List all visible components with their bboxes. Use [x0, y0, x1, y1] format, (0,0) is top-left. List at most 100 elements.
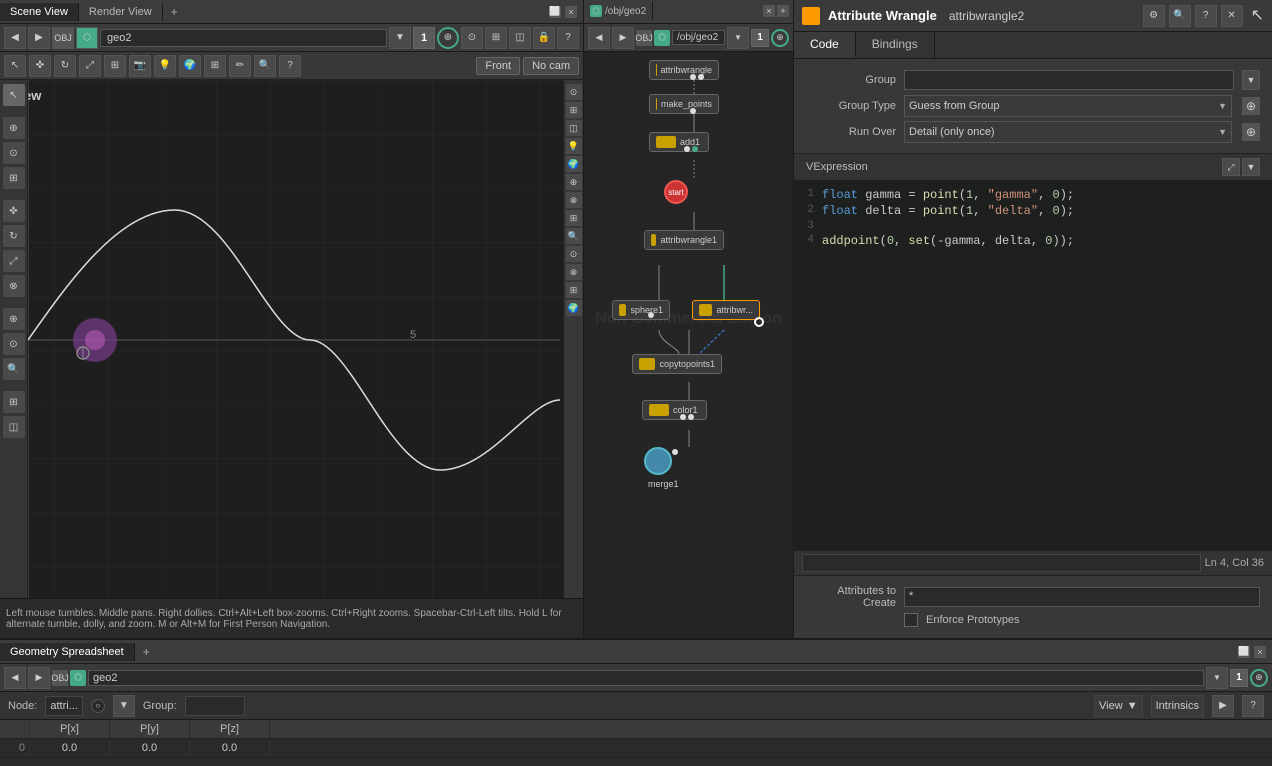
node-color1[interactable]: color1 [642, 400, 707, 420]
rs-btn-5[interactable]: 🌍 [566, 156, 582, 172]
ls-btn-9[interactable]: ⊕ [3, 308, 25, 330]
attr-search-btn[interactable]: 🔍 [1169, 5, 1191, 27]
geo-path-display[interactable]: geo2 [88, 670, 1204, 686]
node-attribwrangle1[interactable]: attribwrangle1 [644, 230, 724, 250]
tab-add-button[interactable]: + [163, 2, 186, 22]
ls-btn-4[interactable]: ⊞ [3, 167, 25, 189]
vt-zoom[interactable]: 🔍 [254, 55, 276, 77]
ls-btn-5[interactable]: ✜ [3, 200, 25, 222]
rs-btn-13[interactable]: 🌍 [566, 300, 582, 316]
tab-bindings[interactable]: Bindings [856, 32, 935, 58]
group-type-icon-btn[interactable]: ⊕ [1242, 97, 1260, 115]
rs-btn-2[interactable]: ⊞ [566, 102, 582, 118]
ls-btn-7[interactable]: ⤢ [3, 250, 25, 272]
node-attribwrangle[interactable]: attribwrangle [649, 60, 719, 80]
rs-btn-8[interactable]: ⊞ [566, 210, 582, 226]
net-path-dropdown[interactable]: ▼ [727, 27, 749, 49]
forward-button[interactable]: ▶ [28, 27, 50, 49]
geo-col-header-py[interactable]: P[y] [110, 720, 190, 738]
run-over-icon-btn[interactable]: ⊕ [1242, 123, 1260, 141]
intrinsics-select[interactable]: Intrinsics [1151, 695, 1204, 717]
net-geo-icon[interactable]: ⬡ [654, 30, 670, 46]
geo-play-btn[interactable]: ▶ [1212, 695, 1234, 717]
maximize-button[interactable]: ⬜ [549, 6, 561, 18]
geo-col-header-px[interactable]: P[x] [30, 720, 110, 738]
vt-move[interactable]: ✜ [29, 55, 51, 77]
group-value-display[interactable] [185, 696, 245, 716]
bottom-maximize-btn[interactable]: ⬜ [1238, 646, 1250, 658]
ls-btn-6[interactable]: ↻ [3, 225, 25, 247]
node-attribwrangle2[interactable]: attribwr... [692, 300, 760, 320]
ls-btn-8[interactable]: ⊗ [3, 275, 25, 297]
attr-pointer-icon[interactable]: ↖ [1251, 5, 1264, 27]
tab-scene-view[interactable]: Scene View [0, 3, 79, 21]
network-tab-close[interactable]: × [763, 5, 775, 17]
tab-geometry-spreadsheet[interactable]: Geometry Spreadsheet [0, 643, 135, 661]
dropdown-btn[interactable]: ▼ [389, 27, 411, 49]
tb-btn-1[interactable]: ⊙ [461, 27, 483, 49]
vexpr-dropdown-btn[interactable]: ▼ [1242, 158, 1260, 176]
enforce-proto-checkbox[interactable] [904, 613, 918, 627]
geo-back-btn[interactable]: ◀ [4, 667, 26, 689]
net-forward-btn[interactable]: ▶ [612, 27, 634, 49]
vt-help[interactable]: ? [279, 55, 301, 77]
tb-btn-3[interactable]: ◫ [509, 27, 531, 49]
attributes-input[interactable]: * [904, 587, 1260, 607]
rs-btn-4[interactable]: 💡 [566, 138, 582, 154]
vt-transform[interactable]: ⊞ [104, 55, 126, 77]
network-tab-add[interactable]: + [777, 5, 789, 17]
rs-btn-12[interactable]: ⊞ [566, 282, 582, 298]
tab-code[interactable]: Code [794, 32, 856, 58]
node-circle-btn2[interactable]: ○ [91, 699, 105, 713]
vt-scale[interactable]: ⤢ [79, 55, 101, 77]
network-tab[interactable]: ⬡ /obj/geo2 [584, 2, 653, 20]
node-merge1-icon[interactable] [644, 447, 672, 475]
net-back-btn[interactable]: ◀ [588, 27, 610, 49]
rs-btn-9[interactable]: 🔍 [566, 228, 582, 244]
back-button[interactable]: ◀ [4, 27, 26, 49]
vt-light[interactable]: 💡 [154, 55, 176, 77]
code-status-input[interactable] [802, 554, 1201, 572]
node-sphere1[interactable]: sphere1 [612, 300, 670, 320]
rs-btn-6[interactable]: ⊕ [566, 174, 582, 190]
vt-rotate[interactable]: ↻ [54, 55, 76, 77]
geo-col-header-pz[interactable]: P[z] [190, 720, 270, 738]
run-over-select[interactable]: Detail (only once) ▼ [904, 121, 1232, 143]
node-value-display[interactable]: attri... [45, 696, 83, 716]
vt-grid[interactable]: ⊞ [204, 55, 226, 77]
obj-icon[interactable]: OBJ [52, 27, 74, 49]
attr-gear-btn[interactable]: ⚙ [1143, 5, 1165, 27]
view-circle-btn[interactable]: ⊕ [437, 27, 459, 49]
ls-btn-3[interactable]: ⊙ [3, 142, 25, 164]
node-network[interactable]: ⬡ /obj/geo2 × + ◀ ▶ OBJ ⬡ /obj/geo2 ▼ 1 [584, 0, 794, 638]
rs-btn-1[interactable]: ⊙ [566, 84, 582, 100]
node-make-points[interactable]: make_points [649, 94, 719, 114]
geo-help-btn[interactable]: ? [1242, 695, 1264, 717]
ls-btn-12[interactable]: ⊞ [3, 391, 25, 413]
group-type-select[interactable]: Guess from Group ▼ [904, 95, 1232, 117]
ls-btn-10[interactable]: ⊙ [3, 333, 25, 355]
vt-cam[interactable]: 📷 [129, 55, 151, 77]
group-input[interactable] [904, 70, 1234, 90]
attr-close-btn[interactable]: ✕ [1221, 5, 1243, 27]
rs-btn-3[interactable]: ◫ [566, 120, 582, 136]
rs-btn-10[interactable]: ⊙ [566, 246, 582, 262]
ls-select-btn[interactable]: ↖ [3, 84, 25, 106]
bottom-tab-add[interactable]: + [135, 642, 158, 662]
vt-world[interactable]: 🌍 [179, 55, 201, 77]
node-add1[interactable]: add1 [649, 132, 709, 152]
tb-btn-2[interactable]: ⊞ [485, 27, 507, 49]
geo-geo2-icon[interactable]: ⬡ [70, 670, 86, 686]
vt-edit[interactable]: ✏ [229, 55, 251, 77]
net-circle-btn[interactable]: ⊕ [771, 29, 789, 47]
net-obj-icon[interactable]: OBJ [636, 30, 652, 46]
node-copytopoints1[interactable]: copytopoints1 [632, 354, 722, 374]
node-merge1[interactable]: merge1 [644, 447, 672, 475]
tb-btn-4[interactable]: 🔒 [533, 27, 555, 49]
ls-btn-2[interactable]: ⊕ [3, 117, 25, 139]
net-path-display[interactable]: /obj/geo2 [672, 30, 725, 45]
bottom-close-btn[interactable]: × [1254, 646, 1266, 658]
vt-select[interactable]: ↖ [4, 55, 26, 77]
tb-btn-5[interactable]: ? [557, 27, 579, 49]
node-start-icon[interactable]: start [664, 180, 688, 204]
